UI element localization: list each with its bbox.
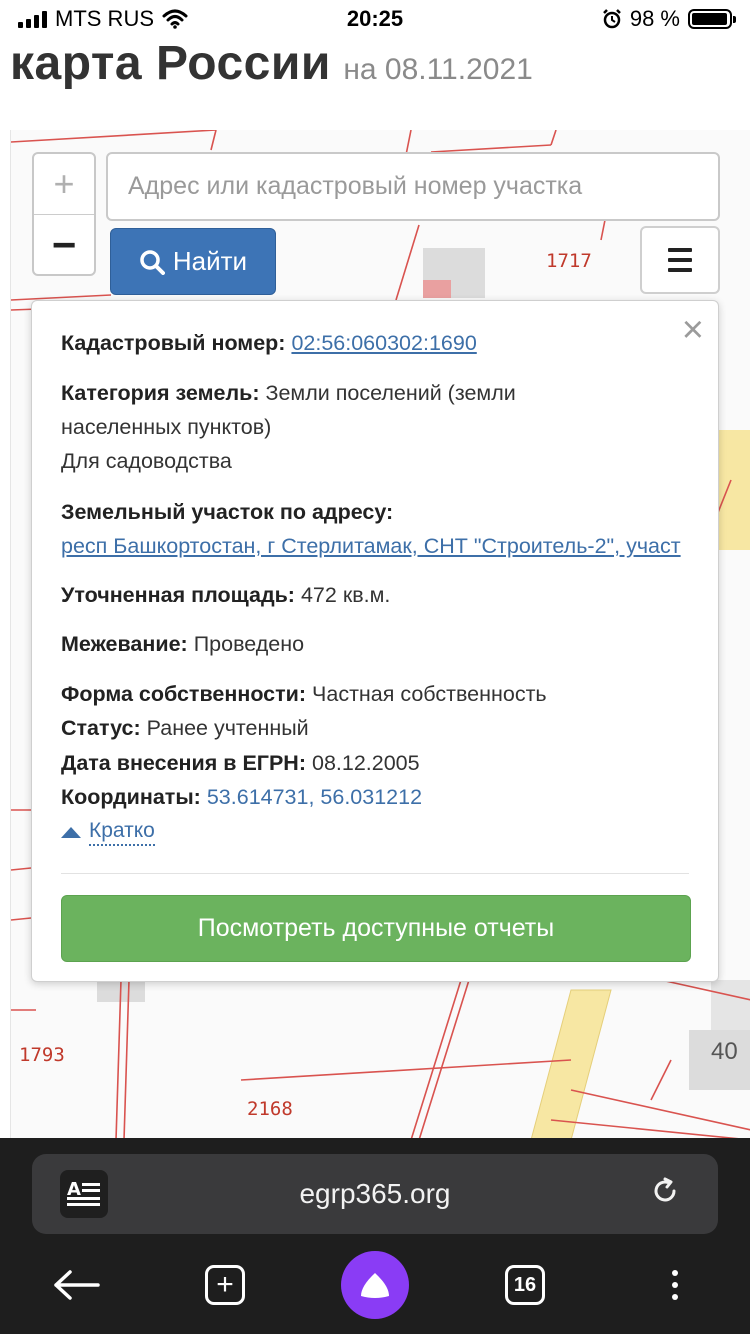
status-left: MTS RUS bbox=[18, 6, 188, 32]
page-title: карта России bbox=[10, 37, 331, 90]
coordinates-link[interactable]: 53.614731, 56.031212 bbox=[207, 785, 422, 809]
ownership-label: Форма собственности: bbox=[61, 682, 307, 706]
plot-label: 40 bbox=[711, 1038, 738, 1065]
address-label-text: Земельный участок по адресу: bbox=[61, 500, 394, 524]
search-icon bbox=[140, 249, 165, 275]
land-category-cont: населенных пунктов) bbox=[61, 415, 272, 439]
egrn-date-label: Дата внесения в ЕГРН: bbox=[61, 751, 306, 775]
arrow-left-icon bbox=[54, 1270, 100, 1300]
page-title-block: карта России на 08.11.2021 bbox=[10, 36, 533, 91]
browser-toolbar: A egrp365.org + 16 bbox=[0, 1138, 750, 1334]
area-label: Уточненная площадь: bbox=[61, 583, 295, 607]
coordinates-label: Координаты: bbox=[61, 785, 201, 809]
back-button[interactable] bbox=[48, 1250, 104, 1320]
find-button[interactable]: Найти bbox=[110, 228, 276, 295]
status-label: Статус: bbox=[61, 716, 141, 740]
cadastral-number-row: Кадастровый номер: 02:56:060302:1690 bbox=[61, 331, 477, 356]
zoom-control: + − bbox=[32, 152, 96, 276]
address-label: Земельный участок по адресу: bbox=[61, 500, 393, 525]
zoom-in-button[interactable]: + bbox=[34, 154, 94, 215]
land-category-row: Категория земель: Земли поселений (земли bbox=[61, 381, 516, 406]
more-vertical-icon bbox=[672, 1270, 678, 1300]
address-link[interactable]: респ Башкортостан, г Стерлитамак, СНТ "С… bbox=[61, 534, 681, 558]
battery-level bbox=[692, 13, 728, 25]
carrier-name: MTS RUS bbox=[55, 6, 154, 31]
status-row: Статус: Ранее учтенный bbox=[61, 716, 309, 741]
browser-nav: + 16 bbox=[0, 1250, 750, 1320]
egrn-date-row: Дата внесения в ЕГРН: 08.12.2005 bbox=[61, 751, 420, 776]
brief-toggle[interactable]: Кратко bbox=[61, 819, 155, 846]
cadastral-number-label: Кадастровый номер: bbox=[61, 331, 286, 355]
area-value: 472 кв.м. bbox=[300, 583, 391, 607]
brief-toggle-label: Кратко bbox=[89, 819, 155, 846]
survey-row: Межевание: Проведено bbox=[61, 632, 304, 657]
parcel-info-popup: × Кадастровый номер: 02:56:060302:1690 К… bbox=[31, 300, 719, 982]
signal-icon bbox=[18, 10, 47, 28]
plot-label: 1793 bbox=[19, 1044, 65, 1066]
close-icon[interactable]: × bbox=[682, 311, 704, 349]
area-row: Уточненная площадь: 472 кв.м. bbox=[61, 583, 390, 608]
more-options-button[interactable] bbox=[660, 1250, 690, 1320]
hamburger-icon bbox=[668, 248, 692, 252]
url-text: egrp365.org bbox=[299, 1178, 451, 1209]
coordinates-row: Координаты: 53.614731, 56.031212 bbox=[61, 785, 422, 810]
ownership-row: Форма собственности: Частная собственнос… bbox=[61, 682, 547, 707]
land-category-label: Категория земель: bbox=[61, 381, 260, 405]
status-bar: MTS RUS 20:25 98 % bbox=[0, 0, 750, 40]
tabs-count: 16 bbox=[505, 1265, 545, 1305]
land-use: Для садоводства bbox=[61, 449, 232, 473]
survey-value: Проведено bbox=[193, 632, 305, 656]
alice-icon bbox=[341, 1251, 409, 1319]
cadastral-number-link[interactable]: 02:56:060302:1690 bbox=[291, 331, 476, 355]
alice-assistant-button[interactable] bbox=[340, 1250, 410, 1320]
survey-label: Межевание: bbox=[61, 632, 188, 656]
reload-icon[interactable] bbox=[650, 1176, 680, 1214]
new-tab-button[interactable]: + bbox=[200, 1250, 250, 1320]
wifi-icon bbox=[162, 9, 188, 29]
zoom-out-button[interactable]: − bbox=[34, 215, 94, 275]
land-category-value: Земли поселений (земли bbox=[265, 381, 516, 405]
plot-label: 2168 bbox=[247, 1098, 293, 1120]
battery-percent: 98 % bbox=[629, 6, 680, 31]
cadastral-search-input[interactable] bbox=[106, 152, 720, 221]
plot-label: 1717 bbox=[546, 250, 592, 272]
plus-icon: + bbox=[205, 1265, 245, 1305]
tabs-button[interactable]: 16 bbox=[500, 1250, 550, 1320]
status-right: 98 % bbox=[602, 6, 736, 32]
ownership-value: Частная собственность bbox=[312, 682, 547, 706]
view-reports-button[interactable]: Посмотреть доступные отчеты bbox=[61, 895, 691, 962]
menu-button[interactable] bbox=[640, 226, 720, 294]
address-bar[interactable]: A egrp365.org bbox=[32, 1154, 718, 1234]
address-row: респ Башкортостан, г Стерлитамак, СНТ "С… bbox=[61, 534, 681, 559]
caret-up-icon bbox=[61, 827, 81, 838]
find-button-label: Найти bbox=[172, 246, 248, 276]
status-value: Ранее учтенный bbox=[146, 716, 309, 740]
alarm-icon bbox=[602, 9, 621, 29]
egrn-date-value: 08.12.2005 bbox=[311, 751, 420, 775]
divider bbox=[61, 873, 689, 874]
battery-icon bbox=[688, 9, 736, 29]
page-date: на 08.11.2021 bbox=[343, 53, 533, 86]
